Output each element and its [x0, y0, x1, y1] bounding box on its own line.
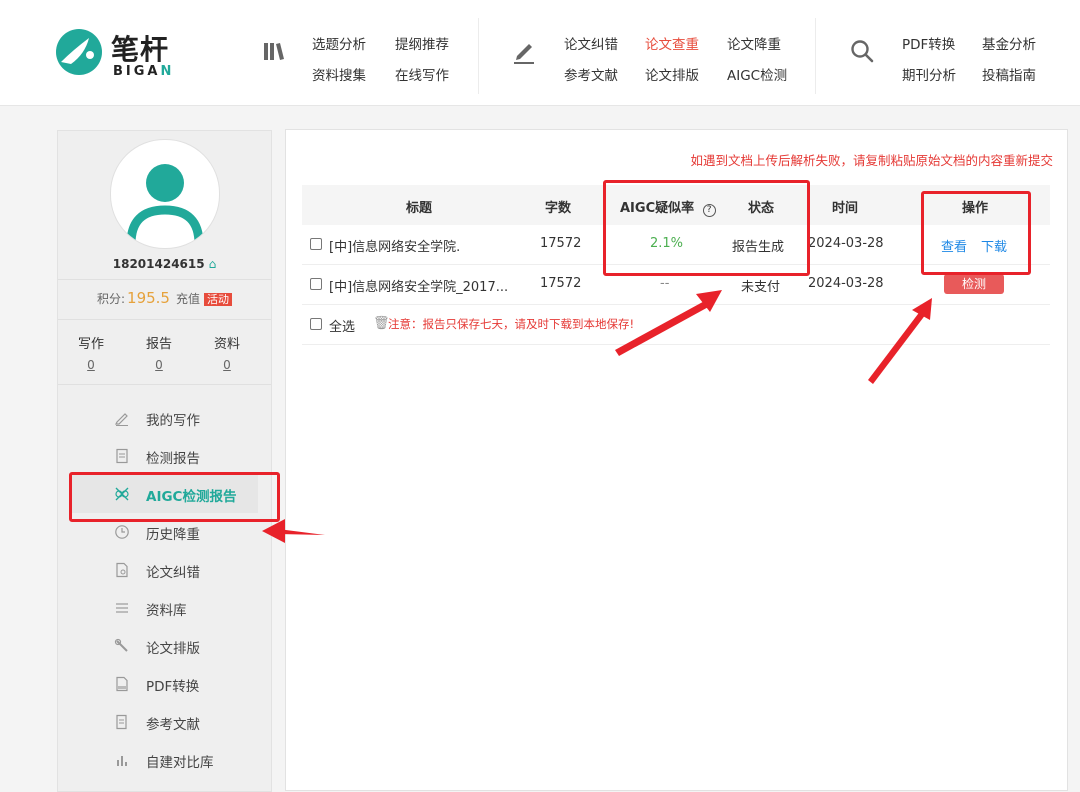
col-header-time: 时间 [832, 201, 859, 216]
points-value: 195.5 [127, 289, 170, 307]
nav-link-paper-correction[interactable]: 论文纠错 [564, 33, 618, 53]
divider [58, 279, 271, 280]
pencil-icon [115, 413, 128, 426]
bank-icon[interactable]: ⌂ [209, 257, 217, 271]
stat-materials[interactable]: 资料 0 [197, 333, 257, 372]
view-report-link[interactable]: 查看 [941, 236, 967, 255]
stat-writing-count[interactable]: 0 [61, 358, 121, 372]
nav-link-material-collect[interactable]: 资料搜集 [312, 64, 366, 84]
nav-group-tools: PDF转换 基金分析 期刊分析 投稿指南 [845, 0, 1065, 105]
sidebar-item-paper-layout[interactable]: 论文排版 [70, 627, 258, 665]
col-header-status: 状态 [748, 201, 775, 216]
aigc-report-panel: 如遇到文档上传后解析失败，请复制粘贴原始文档的内容重新提交 标题 字数 AIGC… [285, 129, 1068, 791]
points-row: 积分: 195.5 充值 活动 [58, 289, 271, 307]
nav-link-paper-rewrite[interactable]: 论文降重 [727, 33, 781, 53]
sidebar-item-pdf-convert[interactable]: PDF转换 [70, 665, 258, 703]
brand-name-en: BIGAN [113, 64, 175, 79]
row-checkbox[interactable] [310, 278, 322, 290]
bar-chart-icon [117, 756, 127, 766]
nav-link-outline-recommend[interactable]: 提纲推荐 [395, 33, 449, 53]
table-header: 标题 字数 AIGC疑似率 ? 状态 时间 操作 [302, 185, 1050, 225]
nav-divider [815, 18, 816, 94]
nav-link-pdf-convert[interactable]: PDF转换 [902, 33, 955, 53]
stat-reports-count[interactable]: 0 [129, 358, 189, 372]
row-checkbox[interactable] [310, 238, 322, 250]
stat-writing[interactable]: 写作 0 [61, 333, 121, 372]
recharge-link[interactable]: 充值 [176, 292, 200, 306]
user-avatar-icon [126, 164, 204, 245]
points-label: 积分: [96, 292, 126, 306]
pen-icon [514, 44, 534, 64]
help-icon[interactable]: ? [702, 204, 716, 217]
sidebar-item-references[interactable]: 参考文献 [70, 703, 258, 741]
nav-link-fund-analysis[interactable]: 基金分析 [982, 33, 1036, 53]
row-time: 2024-03-28 [808, 276, 884, 291]
nav-link-submission-guide[interactable]: 投稿指南 [982, 64, 1036, 84]
table-row: [中]信息网络安全学院_2017... 17572 -- 未支付 2024-03… [302, 265, 1050, 305]
divider [58, 319, 271, 320]
user-sidebar: 18201424615 ⌂ 积分: 195.5 充值 活动 写作 0 报告 0 资料 0… [57, 130, 272, 792]
reference-icon [116, 714, 127, 730]
document-icon [116, 448, 128, 464]
bigan-logo[interactable]: 笔杆 BIGAN [55, 22, 180, 86]
row-status: 报告生成 [732, 240, 785, 255]
row-time: 2024-03-28 [808, 236, 884, 251]
upload-failure-notice: 如遇到文档上传后解析失败，请复制粘贴原始文档的内容重新提交 [690, 153, 1053, 168]
col-header-ops: 操作 [962, 201, 989, 216]
aigc-icon [115, 487, 129, 501]
sidebar-item-library[interactable]: 资料库 [70, 589, 258, 627]
sidebar-item-history-rewrite[interactable]: 历史降重 [70, 513, 258, 551]
nav-link-references[interactable]: 参考文献 [564, 64, 618, 84]
download-report-link[interactable]: 下载 [981, 236, 1007, 255]
nav-divider [478, 18, 479, 94]
row-aigc-rate: 2.1% [650, 236, 684, 251]
top-header: 笔杆 BIGAN 选题分析 提纲推荐 资料搜集 在线写作 论文纠错 论文查重 论… [0, 0, 1080, 106]
table-footer: 全选 🗑 注意：报告只保存七天，请及时下载到本地保存! [302, 305, 1050, 345]
row-status: 未支付 [741, 280, 781, 295]
col-header-words: 字数 [545, 201, 572, 216]
table-row: [中]信息网络安全学院. 17572 2.1% 报告生成 2024-03-28 … [302, 225, 1050, 265]
sidebar-item-detect-reports[interactable]: 检测报告 [70, 437, 258, 475]
nav-link-paper-duplicate-check[interactable]: 论文查重 [645, 33, 699, 53]
avatar[interactable] [110, 139, 220, 249]
sidebar-item-paper-correction[interactable]: 论文纠错 [70, 551, 258, 589]
divider [58, 384, 271, 385]
nav-link-aigc-detect[interactable]: AIGC检测 [727, 64, 787, 84]
sidebar-item-aigc-reports[interactable]: AIGC检测报告 [70, 475, 258, 513]
row-title[interactable]: [中]信息网络安全学院_2017... [329, 276, 508, 295]
select-all-label[interactable]: 全选 [329, 316, 355, 335]
row-words: 17572 [540, 276, 582, 291]
nav-link-journal-analysis[interactable]: 期刊分析 [902, 64, 956, 84]
clock-icon [115, 525, 129, 539]
stat-reports[interactable]: 报告 0 [129, 333, 189, 372]
list-icon [116, 603, 128, 613]
row-aigc-rate: -- [660, 276, 670, 291]
stat-materials-count[interactable]: 0 [197, 358, 257, 372]
detect-button[interactable]: 检测 [944, 274, 1004, 294]
sidebar-item-custom-library[interactable]: 自建对比库 [70, 741, 258, 779]
brand-name-cn: 笔杆 [111, 33, 170, 66]
pdf-icon [116, 676, 128, 692]
select-all-checkbox[interactable] [310, 318, 322, 330]
row-words: 17572 [540, 236, 582, 251]
nav-group-paper: 论文纠错 论文查重 论文降重 参考文献 论文排版 AIGC检测 [505, 0, 805, 105]
bigan-logo-icon [56, 29, 102, 75]
doc-check-icon [116, 562, 128, 578]
nav-link-paper-layout[interactable]: 论文排版 [645, 64, 699, 84]
nav-link-online-writing[interactable]: 在线写作 [395, 64, 449, 84]
wrench-icon [114, 638, 128, 652]
nav-group-writing: 选题分析 提纲推荐 资料搜集 在线写作 [255, 0, 475, 105]
col-header-title: 标题 [406, 201, 433, 216]
retention-warning: 注意：报告只保存七天，请及时下载到本地保存! [388, 317, 635, 331]
promo-badge[interactable]: 活动 [204, 293, 232, 306]
row-title[interactable]: [中]信息网络安全学院. [329, 236, 460, 255]
col-header-rate: AIGC疑似率 ? [620, 197, 716, 217]
sidebar-item-my-writing[interactable]: 我的写作 [70, 399, 258, 437]
books-icon [264, 43, 284, 60]
user-phone: 18201424615 ⌂ [112, 257, 217, 271]
search-icon [851, 40, 874, 63]
nav-link-topic-analysis[interactable]: 选题分析 [312, 33, 366, 53]
